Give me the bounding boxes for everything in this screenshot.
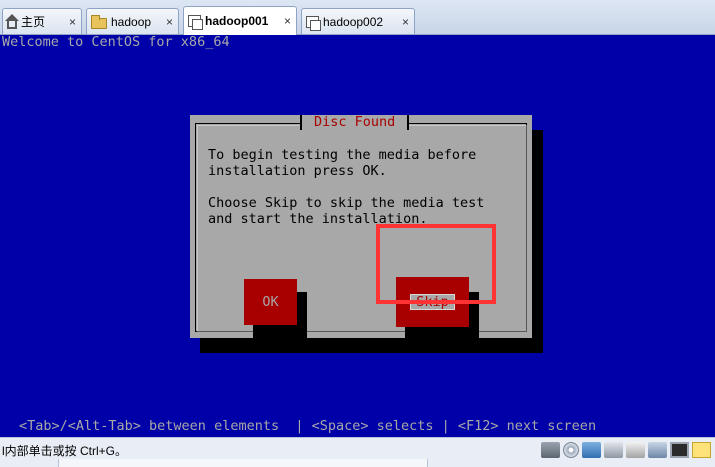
ok-button[interactable]: OK bbox=[244, 279, 297, 325]
close-icon[interactable]: × bbox=[69, 15, 76, 29]
close-icon[interactable]: × bbox=[166, 15, 173, 29]
keyboard-hint-line: <Tab>/<Alt-Tab> between elements | <Spac… bbox=[19, 418, 597, 434]
tab-hadoop002[interactable]: hadoop002 × bbox=[301, 8, 415, 34]
tab-hadoop001[interactable]: hadoop001 × bbox=[183, 6, 297, 35]
disk-icon[interactable] bbox=[541, 442, 560, 458]
vm-icon bbox=[306, 15, 321, 31]
welcome-line: Welcome to CentOS for x86_64 bbox=[2, 34, 230, 50]
status-bar: l内部单击或按 Ctrl+G。 bbox=[0, 437, 715, 467]
skip-button-label: Skip bbox=[410, 294, 455, 310]
usb-icon[interactable] bbox=[604, 442, 623, 458]
disc-found-dialog: Disc Found To begin testing the media be… bbox=[190, 115, 532, 340]
close-icon[interactable]: × bbox=[402, 15, 409, 29]
vm-console[interactable]: Welcome to CentOS for x86_64 Disc Found … bbox=[0, 35, 715, 437]
ok-button-label: OK bbox=[262, 294, 279, 310]
dialog-title: Disc Found bbox=[300, 115, 410, 130]
status-divider bbox=[58, 459, 428, 467]
folder-icon bbox=[91, 14, 107, 29]
printer-icon[interactable] bbox=[626, 442, 645, 458]
tab-hadoop[interactable]: hadoop × bbox=[86, 8, 179, 34]
monitor-icon[interactable] bbox=[670, 442, 689, 458]
vm-icon bbox=[188, 15, 203, 30]
cd-icon[interactable] bbox=[563, 442, 579, 458]
home-icon bbox=[5, 13, 19, 29]
tab-label: 主页 bbox=[21, 15, 46, 29]
sound-icon[interactable] bbox=[648, 442, 667, 458]
tab-label: hadoop001 bbox=[205, 14, 269, 28]
tab-bar: 主页 × hadoop × hadoop001 × hadoop002 × bbox=[0, 0, 715, 35]
tab-home[interactable]: 主页 × bbox=[2, 8, 82, 34]
network-icon[interactable] bbox=[582, 442, 601, 458]
close-icon[interactable]: × bbox=[284, 14, 291, 28]
skip-button[interactable]: Skip bbox=[396, 277, 469, 327]
dialog-message: To begin testing the media before instal… bbox=[208, 147, 485, 227]
tab-label: hadoop bbox=[111, 14, 152, 29]
device-tray bbox=[541, 442, 711, 458]
status-message: l内部单击或按 Ctrl+G。 bbox=[2, 444, 128, 458]
message-icon[interactable] bbox=[692, 442, 711, 458]
tab-label: hadoop002 bbox=[323, 14, 384, 29]
